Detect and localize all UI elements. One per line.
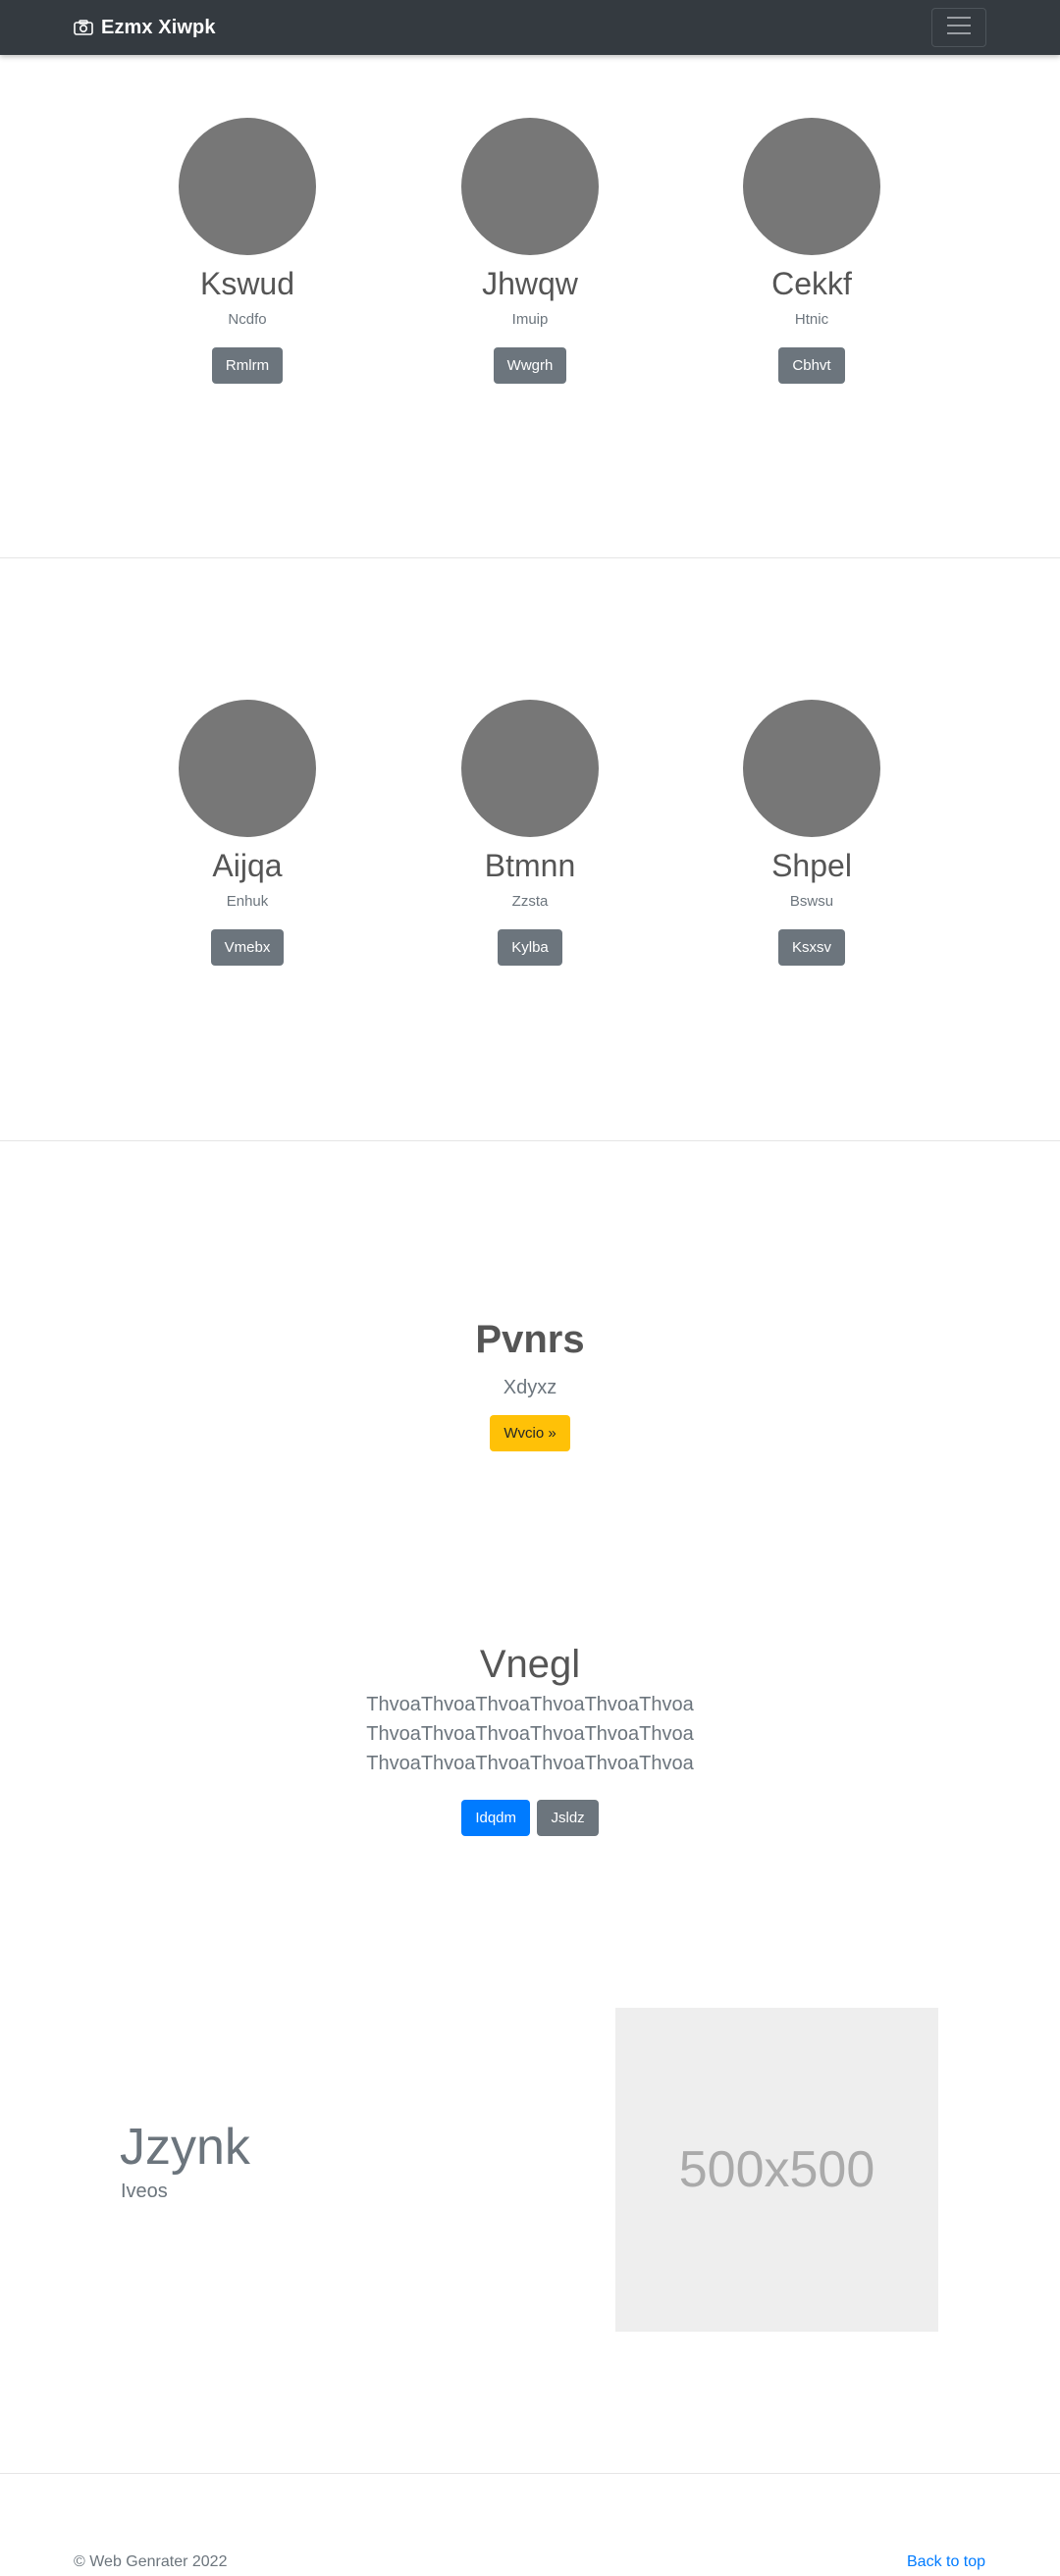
callout-subtitle: Xdyxz: [503, 1377, 557, 1398]
image-placeholder: 500x500: [615, 2008, 938, 2332]
team-member-card: Jhwqw Imuip Wwgrh: [432, 118, 628, 384]
feature-title: Jzynk: [120, 2119, 250, 2176]
member-button[interactable]: Cbhvt: [778, 347, 845, 384]
member-role: Ncdfo: [228, 311, 267, 328]
avatar: [743, 118, 880, 255]
member-name: Btmnn: [484, 848, 576, 883]
callout-section: Pvnrs Xdyxz Wvcio »: [0, 1313, 1060, 1451]
member-role: Zzsta: [511, 893, 549, 910]
brand-name: Ezmx Xiwpk: [101, 16, 216, 38]
feature-subtitle: Iveos: [121, 2181, 168, 2202]
hero-secondary-button[interactable]: Jsldz: [537, 1800, 599, 1836]
team-member-card: Btmnn Zzsta Kylba: [432, 700, 628, 966]
member-role: Imuip: [511, 311, 549, 328]
avatar: [179, 118, 316, 255]
navbar-brand[interactable]: Ezmx Xiwpk: [74, 15, 216, 40]
hero-text-line: ThvoaThvoaThvoaThvoaThvoaThvoa: [366, 1753, 694, 1774]
team-member-card: Aijqa Enhuk Vmebx: [149, 700, 345, 966]
section-divider: [0, 557, 1060, 558]
member-name: Jhwqw: [482, 266, 578, 301]
hero-title: Vnegl: [479, 1643, 581, 1686]
member-role: Bswsu: [789, 893, 834, 910]
member-button[interactable]: Ksxsv: [777, 929, 845, 966]
hero-primary-button[interactable]: Idqdm: [461, 1800, 531, 1836]
member-button[interactable]: Wwgrh: [493, 347, 567, 384]
member-button[interactable]: Rmlrm: [211, 347, 284, 384]
back-to-top-link[interactable]: Back to top: [907, 2553, 985, 2571]
hero-text-line: ThvoaThvoaThvoaThvoaThvoaThvoa: [366, 1694, 694, 1715]
hero-section: Vnegl ThvoaThvoaThvoaThvoaThvoaThvoa Thv…: [0, 1641, 1060, 1836]
member-button[interactable]: Vmebx: [210, 929, 285, 966]
member-role: Htnic: [794, 311, 829, 328]
team-member-card: Shpel Bswsu Ksxsv: [714, 700, 910, 966]
navbar-toggler-button[interactable]: [931, 8, 986, 47]
avatar: [461, 700, 599, 837]
hamburger-menu-icon: [945, 15, 973, 41]
callout-button[interactable]: Wvcio »: [490, 1415, 570, 1451]
section-divider: [0, 2473, 1060, 2474]
avatar: [461, 118, 599, 255]
hero-text-line: ThvoaThvoaThvoaThvoaThvoaThvoa: [366, 1723, 694, 1745]
avatar: [179, 700, 316, 837]
member-name: Aijqa: [212, 848, 283, 883]
avatar: [743, 700, 880, 837]
member-name: Cekkf: [771, 266, 852, 301]
section-divider: [0, 1140, 1060, 1141]
navbar: Ezmx Xiwpk: [0, 0, 1060, 55]
image-placeholder-label: 500x500: [678, 2141, 875, 2198]
team-member-card: Cekkf Htnic Cbhvt: [714, 118, 910, 384]
footer-copyright: © Web Genrater 2022: [74, 2553, 228, 2570]
member-name: Kswud: [199, 266, 295, 301]
member-role: Enhuk: [226, 893, 269, 910]
team-member-card: Kswud Ncdfo Rmlrm: [149, 118, 345, 384]
member-name: Shpel: [771, 848, 852, 883]
callout-title: Pvnrs: [475, 1318, 585, 1361]
member-button[interactable]: Kylba: [498, 929, 562, 966]
camera-icon: [74, 20, 93, 35]
